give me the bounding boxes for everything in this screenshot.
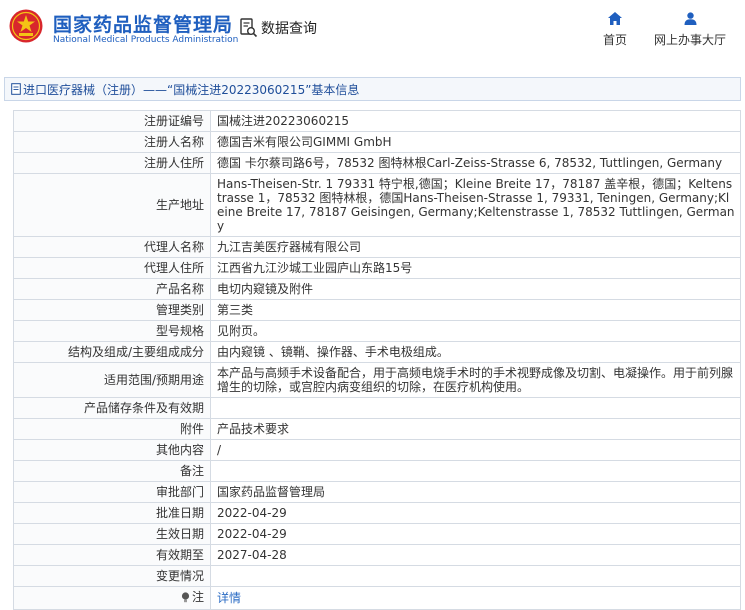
breadcrumb-text: 进口医疗器械（注册）——“国械注进20223060215”基本信息 bbox=[23, 82, 360, 97]
field-label: 适用范围/预期用途 bbox=[13, 362, 211, 398]
field-value: / bbox=[210, 439, 741, 461]
field-value: 江西省九江沙城工业园庐山东路15号 bbox=[210, 257, 741, 279]
field-label: 产品名称 bbox=[13, 278, 211, 300]
field-value: 国械注进20223060215 bbox=[210, 110, 741, 132]
table-row: 注册人住所 德国 卡尔蔡司路6号，78532 图特林根Carl-Zeiss-St… bbox=[13, 152, 741, 174]
field-label: 生效日期 bbox=[13, 523, 211, 545]
table-row: 生产地址 Hans-Theisen-Str. 1 79331 特宁根,德国；Kl… bbox=[13, 173, 741, 237]
nav-online-office[interactable]: 网上办事大厅 bbox=[650, 12, 730, 48]
field-label: 代理人住所 bbox=[13, 257, 211, 279]
document-search-icon bbox=[240, 18, 258, 38]
table-row: 代理人名称 九江吉美医疗器械有限公司 bbox=[13, 236, 741, 258]
org-name-cn[interactable]: 国家药品监督管理局 bbox=[53, 10, 233, 37]
data-query-button[interactable]: 数据查询 bbox=[240, 17, 317, 39]
field-label: 代理人名称 bbox=[13, 236, 211, 258]
field-label: 其他内容 bbox=[13, 439, 211, 461]
field-value: 本产品与高频手术设备配合，用于高频电烧手术时的手术视野成像及切割、电凝操作。用于… bbox=[210, 362, 741, 398]
home-icon bbox=[608, 12, 622, 25]
field-label: 结构及组成/主要组成成分 bbox=[13, 341, 211, 363]
data-query-label: 数据查询 bbox=[261, 21, 317, 37]
field-value bbox=[210, 565, 741, 587]
field-label: 审批部门 bbox=[13, 481, 211, 503]
field-value: 德国 卡尔蔡司路6号，78532 图特林根Carl-Zeiss-Strasse … bbox=[210, 152, 741, 174]
field-value: 电切内窥镜及附件 bbox=[210, 278, 741, 300]
table-row: 有效期至 2027-04-28 bbox=[13, 544, 741, 566]
field-value: 德国吉米有限公司GIMMI GmbH bbox=[210, 131, 741, 153]
field-label: 管理类别 bbox=[13, 299, 211, 321]
table-row: 型号规格 见附页。 bbox=[13, 320, 741, 342]
nav-online-office-label: 网上办事大厅 bbox=[653, 33, 726, 47]
field-value bbox=[210, 460, 741, 482]
table-row: 审批部门 国家药品监督管理局 bbox=[13, 481, 741, 503]
table-row: 生效日期 2022-04-29 bbox=[13, 523, 741, 545]
device-info-table: 注册证编号 国械注进20223060215 注册人名称 德国吉米有限公司GIMM… bbox=[13, 110, 741, 610]
table-row: 注册人名称 德国吉米有限公司GIMMI GmbH bbox=[13, 131, 741, 153]
field-label: 生产地址 bbox=[13, 173, 211, 237]
field-label: 有效期至 bbox=[13, 544, 211, 566]
table-row: 其他内容 / bbox=[13, 439, 741, 461]
table-row: 管理类别 第三类 bbox=[13, 299, 741, 321]
table-row: 注册证编号 国械注进20223060215 bbox=[13, 110, 741, 132]
detail-link[interactable]: 详情 bbox=[217, 591, 241, 605]
field-value: 国家药品监督管理局 bbox=[210, 481, 741, 503]
note-value-cell: 详情 bbox=[210, 586, 741, 610]
field-label: 注册证编号 bbox=[13, 110, 211, 132]
document-icon bbox=[11, 83, 21, 95]
org-name-en[interactable]: National Medical Products Administration bbox=[53, 35, 238, 45]
field-value bbox=[210, 397, 741, 419]
field-label: 注册人名称 bbox=[13, 131, 211, 153]
table-row: 产品名称 电切内窥镜及附件 bbox=[13, 278, 741, 300]
nav-home[interactable]: 首页 bbox=[598, 12, 632, 48]
field-label: 备注 bbox=[13, 460, 211, 482]
field-value: 产品技术要求 bbox=[210, 418, 741, 440]
field-value: 2022-04-29 bbox=[210, 523, 741, 545]
table-row: 结构及组成/主要组成成分 由内窥镜 、镜鞘、操作器、手术电极组成。 bbox=[13, 341, 741, 363]
table-row: 适用范围/预期用途 本产品与高频手术设备配合，用于高频电烧手术时的手术视野成像及… bbox=[13, 362, 741, 398]
nmpa-emblem-icon[interactable] bbox=[9, 9, 43, 43]
field-label: 注册人住所 bbox=[13, 152, 211, 174]
site-header: 国家药品监督管理局 National Medical Products Admi… bbox=[0, 0, 745, 62]
field-value: 2022-04-29 bbox=[210, 502, 741, 524]
table-row: 变更情况 bbox=[13, 565, 741, 587]
field-label: 型号规格 bbox=[13, 320, 211, 342]
breadcrumb: 进口医疗器械（注册）——“国械注进20223060215”基本信息 bbox=[4, 77, 741, 101]
table-row: 代理人住所 江西省九江沙城工业园庐山东路15号 bbox=[13, 257, 741, 279]
table-row-note: 注 详情 bbox=[13, 586, 741, 610]
info-bulb-icon bbox=[181, 591, 190, 602]
field-value: 2027-04-28 bbox=[210, 544, 741, 566]
table-row: 产品储存条件及有效期 bbox=[13, 397, 741, 419]
field-label: 批准日期 bbox=[13, 502, 211, 524]
field-value: 第三类 bbox=[210, 299, 741, 321]
field-value: 九江吉美医疗器械有限公司 bbox=[210, 236, 741, 258]
field-label: 产品储存条件及有效期 bbox=[13, 397, 211, 419]
table-row: 备注 bbox=[13, 460, 741, 482]
user-icon bbox=[684, 12, 696, 25]
table-row: 批准日期 2022-04-29 bbox=[13, 502, 741, 524]
field-label: 变更情况 bbox=[13, 565, 211, 587]
field-label: 附件 bbox=[13, 418, 211, 440]
field-value: 由内窥镜 、镜鞘、操作器、手术电极组成。 bbox=[210, 341, 741, 363]
field-value: 见附页。 bbox=[210, 320, 741, 342]
nav-home-label: 首页 bbox=[602, 33, 627, 47]
note-label-cell: 注 bbox=[13, 586, 211, 610]
field-value: Hans-Theisen-Str. 1 79331 特宁根,德国；Kleine … bbox=[210, 173, 741, 237]
table-row: 附件 产品技术要求 bbox=[13, 418, 741, 440]
